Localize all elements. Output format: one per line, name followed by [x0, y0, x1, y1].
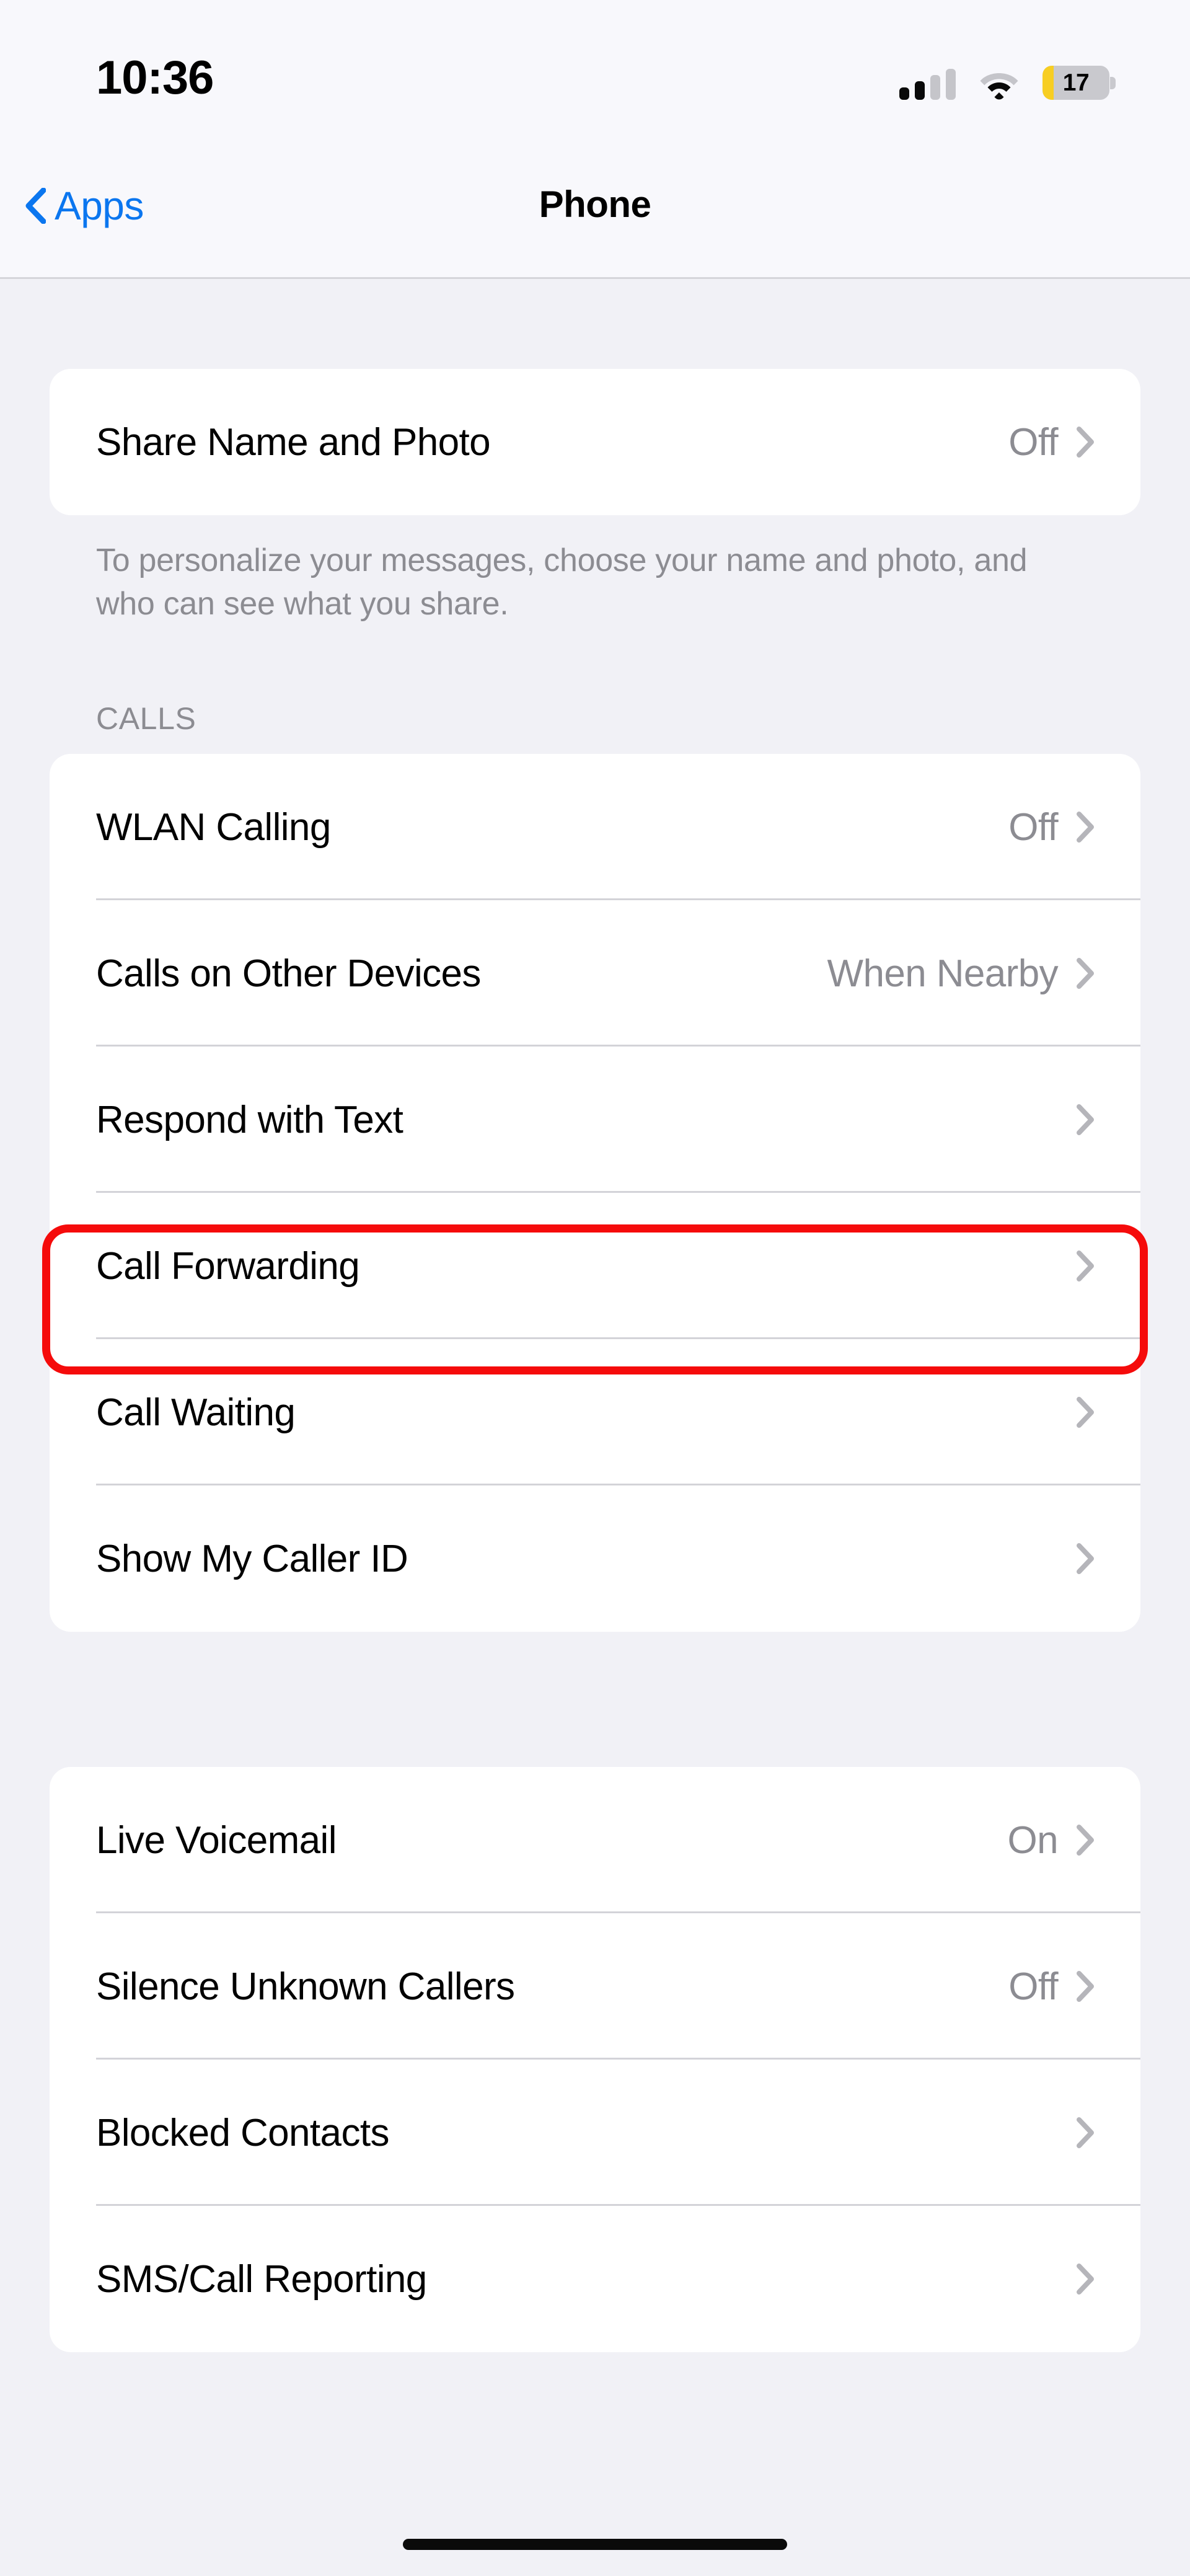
row-label: Calls on Other Devices	[96, 952, 481, 995]
settings-list: Share Name and Photo Off To personalize …	[0, 279, 1190, 2576]
row-value: Off	[1008, 805, 1058, 849]
home-indicator[interactable]	[403, 2539, 787, 2550]
chevron-right-icon	[1077, 1250, 1094, 1281]
row-label: WLAN Calling	[96, 805, 331, 849]
chevron-right-icon	[1077, 2264, 1094, 2295]
row-label: Call Forwarding	[96, 1244, 360, 1288]
chevron-right-icon	[1077, 1971, 1094, 2002]
section-header-calls: CALLS	[96, 701, 196, 736]
chevron-right-icon	[1077, 1397, 1094, 1428]
row-value: On	[1007, 1818, 1058, 1862]
battery-percent-label: 17	[1062, 69, 1090, 96]
chevron-right-icon	[1077, 1543, 1094, 1574]
row-calls-on-other-devices[interactable]: Calls on Other Devices When Nearby	[50, 900, 1140, 1047]
battery-icon: 17	[1042, 66, 1116, 100]
chevron-right-icon	[1077, 1825, 1094, 1856]
navigation-bar: Apps Phone	[0, 155, 1190, 279]
chevron-right-icon	[1077, 2117, 1094, 2148]
row-call-waiting[interactable]: Call Waiting	[50, 1339, 1140, 1485]
status-bar-indicators: 17	[899, 59, 1116, 100]
row-wlan-calling[interactable]: WLAN Calling Off	[50, 754, 1140, 900]
row-value: When Nearby	[827, 952, 1059, 995]
row-share-name-and-photo[interactable]: Share Name and Photo Off	[50, 369, 1140, 515]
chevron-right-icon	[1077, 1104, 1094, 1135]
row-label: Share Name and Photo	[96, 420, 491, 464]
row-respond-with-text[interactable]: Respond with Text	[50, 1047, 1140, 1193]
settings-group-voicemail: Live Voicemail On Silence Unknown Caller…	[50, 1767, 1140, 2352]
row-label: Silence Unknown Callers	[96, 1965, 515, 2008]
status-bar: 10:36 17	[0, 0, 1190, 155]
wifi-icon	[979, 69, 1019, 100]
row-label: Live Voicemail	[96, 1818, 337, 1862]
settings-group-share: Share Name and Photo Off	[50, 369, 1140, 515]
row-sms-call-reporting[interactable]: SMS/Call Reporting	[50, 2206, 1140, 2352]
chevron-right-icon	[1077, 812, 1094, 843]
share-group-footnote: To personalize your messages, choose you…	[96, 542, 1028, 622]
row-value: Off	[1008, 420, 1058, 464]
settings-group-calls: WLAN Calling Off Calls on Other Devices …	[50, 754, 1140, 1632]
status-bar-time: 10:36	[96, 51, 214, 104]
chevron-right-icon	[1077, 958, 1094, 989]
cellular-signal-icon	[899, 68, 956, 100]
chevron-right-icon	[1077, 427, 1094, 458]
row-label: SMS/Call Reporting	[96, 2257, 427, 2301]
page-title: Phone	[539, 184, 651, 225]
row-blocked-contacts[interactable]: Blocked Contacts	[50, 2060, 1140, 2206]
row-label: Show My Caller ID	[96, 1537, 408, 1580]
row-label: Blocked Contacts	[96, 2111, 389, 2154]
row-label: Respond with Text	[96, 1098, 403, 1141]
row-call-forwarding[interactable]: Call Forwarding	[50, 1193, 1140, 1339]
phone-settings-screen: 10:36 17 Apps Phone Share Name and Photo…	[0, 0, 1190, 2576]
row-silence-unknown-callers[interactable]: Silence Unknown Callers Off	[50, 1913, 1140, 2060]
row-live-voicemail[interactable]: Live Voicemail On	[50, 1767, 1140, 1913]
row-label: Call Waiting	[96, 1391, 296, 1434]
row-value: Off	[1008, 1965, 1058, 2008]
row-show-my-caller-id[interactable]: Show My Caller ID	[50, 1485, 1140, 1632]
